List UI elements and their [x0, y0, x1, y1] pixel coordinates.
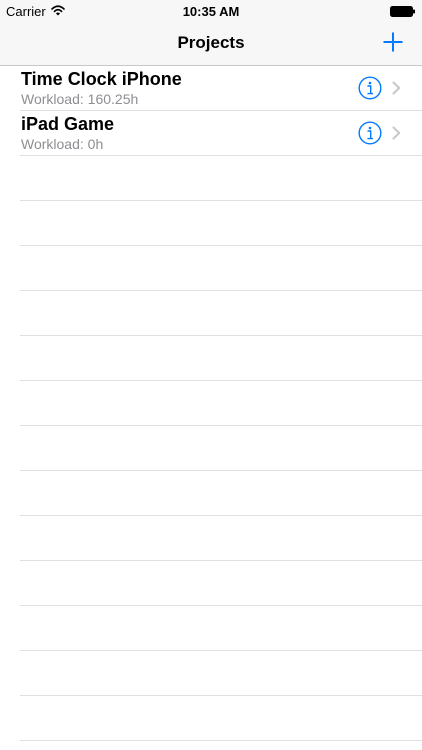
empty-row: [20, 291, 422, 336]
empty-row: [20, 471, 422, 516]
top-bars: Carrier 10:35 AM Projects: [0, 0, 422, 66]
empty-row: [20, 516, 422, 561]
projects-screen: Carrier 10:35 AM Projects Time Clock iPh…: [0, 0, 422, 750]
empty-row: [20, 426, 422, 471]
project-row-ipad-game[interactable]: iPad Game Workload: 0h: [20, 111, 422, 156]
projects-list: Time Clock iPhone Workload: 160.25h iPad…: [0, 66, 422, 741]
project-name: Time Clock iPhone: [21, 69, 182, 89]
empty-row: [20, 156, 422, 201]
empty-row: [20, 246, 422, 291]
page-title: Projects: [177, 33, 245, 52]
chevron-right-icon: [392, 81, 401, 95]
project-name: iPad Game: [21, 114, 115, 134]
empty-row: [20, 561, 422, 606]
info-icon[interactable]: [358, 121, 382, 145]
project-workload: Workload: 0h: [21, 136, 104, 152]
chevron-right-icon: [392, 126, 401, 140]
status-bar: Carrier 10:35 AM: [0, 0, 422, 22]
empty-row: [20, 381, 422, 426]
battery-icon: [390, 6, 415, 17]
info-icon[interactable]: [358, 76, 382, 100]
empty-row: [20, 651, 422, 696]
status-time: 10:35 AM: [182, 4, 240, 19]
project-row-time-clock-iphone[interactable]: Time Clock iPhone Workload: 160.25h: [20, 66, 422, 111]
add-project-button[interactable]: [382, 31, 404, 53]
empty-row: [20, 696, 422, 741]
empty-row: [20, 336, 422, 381]
navigation-bar: Projects: [0, 22, 422, 66]
empty-row: [20, 201, 422, 246]
empty-row: [20, 606, 422, 651]
project-workload: Workload: 160.25h: [21, 91, 139, 107]
